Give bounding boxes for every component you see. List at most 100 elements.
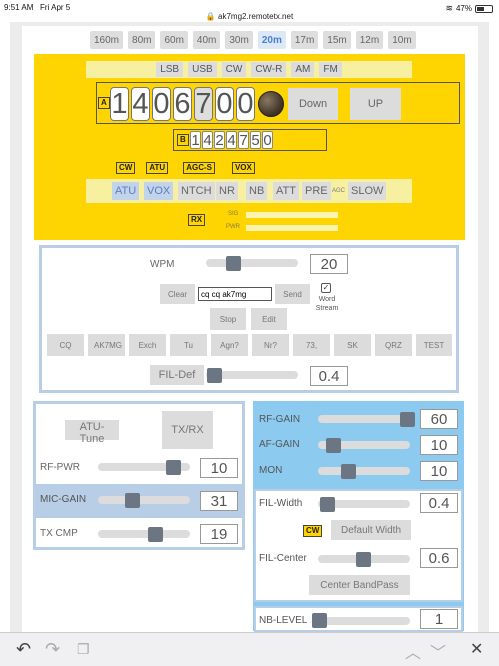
nr-button[interactable]: NR [216, 182, 238, 200]
mon-slider-track[interactable] [318, 467, 410, 475]
macro-cq[interactable]: CQ [47, 334, 84, 356]
tuning-knob[interactable] [258, 91, 284, 117]
status-indicators: CW ATU AGC-S VOX [116, 162, 255, 174]
clear-button[interactable]: Clear [160, 284, 195, 304]
up-button[interactable]: UP [350, 88, 401, 120]
center-bandpass-button[interactable]: Center BandPass [309, 575, 410, 595]
mic-gain-slider-track[interactable] [98, 496, 190, 504]
tx-cmp-label: TX CMP [40, 528, 78, 539]
vfo-a-digit[interactable]: 4 [131, 87, 150, 121]
tx-rx-button[interactable]: TX/RX [162, 411, 213, 449]
macro-exch[interactable]: Exch [129, 334, 166, 356]
vfo-a-digit[interactable]: 1 [110, 87, 129, 121]
vfo-b-tag[interactable]: B [177, 134, 189, 146]
redo-icon[interactable]: ↷ [45, 639, 60, 660]
band-60m[interactable]: 60m [160, 31, 188, 49]
send-button[interactable]: Send [275, 284, 310, 304]
band-30m[interactable]: 30m [225, 31, 253, 49]
pre-button[interactable]: PRE [302, 182, 331, 200]
vox-button[interactable]: VOX [144, 182, 174, 200]
address-bar[interactable]: 🔒 ak7mg2.remotetx.net [0, 12, 499, 21]
band-12m[interactable]: 12m [355, 31, 384, 49]
cw-message-input[interactable] [198, 287, 272, 301]
mode-cw[interactable]: CW [221, 62, 247, 77]
nb-level-slider-track[interactable] [318, 617, 410, 625]
att-button[interactable]: ATT [273, 182, 299, 200]
vfo-a-digit-selected[interactable]: 7 [194, 87, 213, 121]
ntch-button[interactable]: NTCH [178, 182, 215, 200]
band-15m[interactable]: 15m [323, 31, 351, 49]
macro-test[interactable]: TEST [416, 334, 452, 356]
nb-button[interactable]: NB [246, 182, 268, 200]
wpm-slider-thumb[interactable] [226, 256, 241, 271]
rf-gain-value: 60 [420, 409, 458, 429]
vfo-a-digit[interactable]: 6 [173, 87, 192, 121]
fil-center-slider-thumb[interactable] [356, 552, 371, 567]
af-gain-slider-thumb[interactable] [326, 438, 341, 453]
band-160m[interactable]: 160m [90, 31, 124, 49]
stop-button[interactable]: Stop [210, 308, 246, 330]
band-17m[interactable]: 17m [290, 31, 319, 49]
status-date: Fri Apr 5 [40, 3, 71, 12]
down-button[interactable]: Down [288, 88, 338, 120]
macro-nr[interactable]: Nr? [252, 334, 289, 356]
rf-pwr-label: RF-PWR [40, 462, 80, 473]
mode-fm[interactable]: FM [319, 62, 342, 77]
wpm-slider-track[interactable] [206, 259, 298, 267]
vfo-a-digit[interactable]: 0 [215, 87, 234, 121]
chevron-up-icon[interactable]: ︿ [405, 639, 421, 663]
vfo-a-digit[interactable]: 0 [152, 87, 171, 121]
mode-am[interactable]: AM [291, 62, 315, 77]
macro-ak7mg[interactable]: AK7MG [88, 334, 125, 356]
clipboard-icon[interactable]: ❐ [77, 641, 90, 658]
fil-width-slider-thumb[interactable] [320, 497, 335, 512]
chevron-down-icon[interactable]: ﹀ [430, 639, 446, 663]
af-gain-value: 10 [420, 435, 458, 455]
rf-gain-slider-track[interactable] [318, 415, 410, 423]
macro-tu[interactable]: Tu [170, 334, 207, 356]
macro-73[interactable]: 73, [293, 334, 330, 356]
tx-cmp-slider-thumb[interactable] [148, 527, 163, 542]
vfo-b-digit[interactable]: 1 [190, 131, 201, 149]
vfo-a-tag[interactable]: A [98, 97, 110, 109]
word-stream-checkbox[interactable]: ✓ [321, 283, 331, 293]
nb-level-slider-thumb[interactable] [312, 613, 327, 628]
wifi-icon: ≋ [445, 3, 453, 13]
vfo-b-digit[interactable]: 4 [202, 131, 213, 149]
band-20m[interactable]: 20m [257, 31, 286, 49]
rf-pwr-slider-thumb[interactable] [166, 460, 181, 475]
band-10m[interactable]: 10m [388, 31, 416, 49]
edit-button[interactable]: Edit [251, 308, 287, 330]
close-icon[interactable]: ✕ [470, 639, 483, 659]
band-40m[interactable]: 40m [192, 31, 221, 49]
fil-def-slider-thumb[interactable] [207, 368, 222, 383]
default-width-button[interactable]: Default Width [331, 520, 411, 540]
undo-icon[interactable]: ↶ [16, 639, 31, 660]
atu-tune-button[interactable]: ATU-Tune [65, 420, 119, 445]
vfo-b-digit[interactable]: 4 [226, 131, 237, 149]
atu-button[interactable]: ATU [112, 182, 140, 200]
macro-qrz[interactable]: QRZ [375, 334, 412, 356]
tx-cmp-slider-track[interactable] [98, 530, 190, 538]
vfo-b-digit[interactable]: 2 [214, 131, 225, 149]
mode-lsb[interactable]: LSB [156, 62, 184, 77]
mic-gain-slider-thumb[interactable] [125, 493, 140, 508]
wpm-value: 20 [310, 254, 348, 274]
mon-value: 10 [420, 461, 458, 481]
macro-agn[interactable]: Agn? [211, 334, 248, 356]
nb-level-value: 1 [420, 609, 458, 629]
slow-button[interactable]: SLOW [348, 182, 387, 200]
fil-center-label: FIL-Center [259, 553, 307, 564]
mon-slider-thumb[interactable] [341, 464, 356, 479]
mode-usb[interactable]: USB [188, 62, 217, 77]
macro-sk[interactable]: SK [334, 334, 371, 356]
vfo-a-digit[interactable]: 0 [236, 87, 255, 121]
band-80m[interactable]: 80m [128, 31, 156, 49]
fil-def-button[interactable]: FIL-Def [150, 365, 204, 385]
vfo-b-digit[interactable]: 0 [262, 131, 273, 149]
vfo-b-digit[interactable]: 7 [238, 131, 249, 149]
vfo-b-digit[interactable]: 5 [250, 131, 261, 149]
rf-gain-slider-thumb[interactable] [400, 412, 415, 427]
mode-cw-r[interactable]: CW-R [251, 62, 287, 77]
pwr-meter [246, 225, 338, 231]
